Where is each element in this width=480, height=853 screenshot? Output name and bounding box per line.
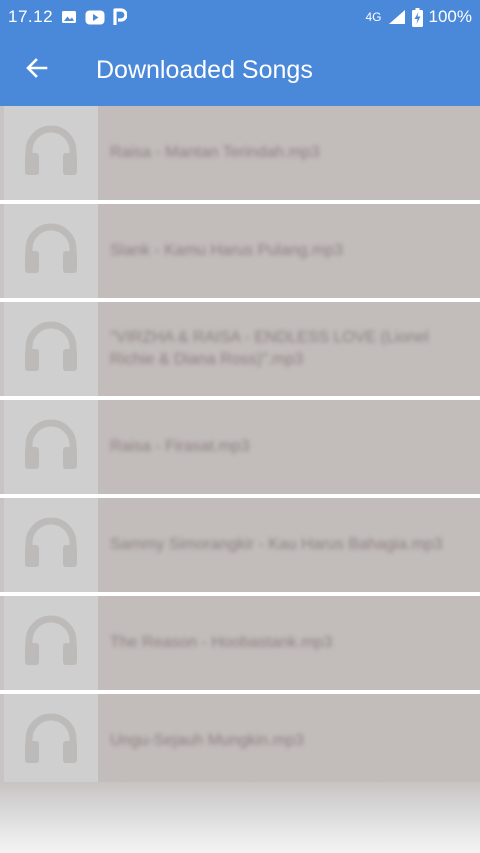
p-app-icon (113, 8, 128, 26)
song-title: Sammy Simorangkir - Kau Harus Bahagia.mp… (110, 536, 443, 553)
song-title: "VIRZHA & RAISA - ENDLESS LOVE (Lionel R… (110, 329, 429, 368)
youtube-icon (85, 10, 105, 25)
song-thumbnail (0, 302, 98, 396)
song-item[interactable]: Ungu-Sejauh Mungkin.mp3 (0, 694, 480, 792)
page-title: Downloaded Songs (96, 55, 313, 84)
status-left: 17.12 (8, 7, 128, 27)
song-thumbnail (0, 204, 98, 298)
song-list: Raisa - Mantan Terindah.mp3 Slank - Kamu… (0, 106, 480, 792)
status-bar: 17.12 4G 100% (0, 0, 480, 34)
song-item[interactable]: The Reason - Hoobastank.mp3 (0, 596, 480, 694)
song-item[interactable]: Sammy Simorangkir - Kau Harus Bahagia.mp… (0, 498, 480, 596)
image-icon (61, 9, 77, 25)
song-item[interactable]: Raisa - Mantan Terindah.mp3 (0, 106, 480, 204)
song-thumbnail (0, 498, 98, 592)
back-button[interactable] (0, 34, 74, 106)
headphones-icon (23, 321, 79, 378)
battery-percent: 100% (428, 7, 472, 26)
song-item[interactable]: "VIRZHA & RAISA - ENDLESS LOVE (Lionel R… (0, 302, 480, 400)
app-bar: Downloaded Songs (0, 34, 480, 106)
battery-charging-icon (411, 7, 423, 27)
song-title: The Reason - Hoobastank.mp3 (110, 634, 333, 651)
song-title: Ungu-Sejauh Mungkin.mp3 (110, 732, 304, 749)
headphones-icon (23, 713, 79, 770)
headphones-icon (23, 419, 79, 476)
network-type: 4G (365, 10, 382, 24)
arrow-left-icon (24, 55, 50, 86)
song-title: Raisa - Mantan Terindah.mp3 (110, 144, 320, 161)
song-title: Slank - Kamu Harus Pulang.mp3 (110, 242, 343, 259)
song-thumbnail (0, 400, 98, 494)
headphones-icon (23, 517, 79, 574)
headphones-icon (23, 223, 79, 280)
song-thumbnail (0, 106, 98, 200)
song-thumbnail (0, 596, 98, 690)
song-item[interactable]: Raisa - Firasat.mp3 (0, 400, 480, 498)
song-title: Raisa - Firasat.mp3 (110, 438, 250, 455)
signal-icon (388, 9, 406, 25)
bottom-fade (0, 782, 480, 853)
song-item[interactable]: Slank - Kamu Harus Pulang.mp3 (0, 204, 480, 302)
status-right: 4G 100% (365, 7, 472, 27)
song-thumbnail (0, 694, 98, 788)
status-time: 17.12 (8, 7, 54, 26)
headphones-icon (23, 125, 79, 182)
headphones-icon (23, 615, 79, 672)
